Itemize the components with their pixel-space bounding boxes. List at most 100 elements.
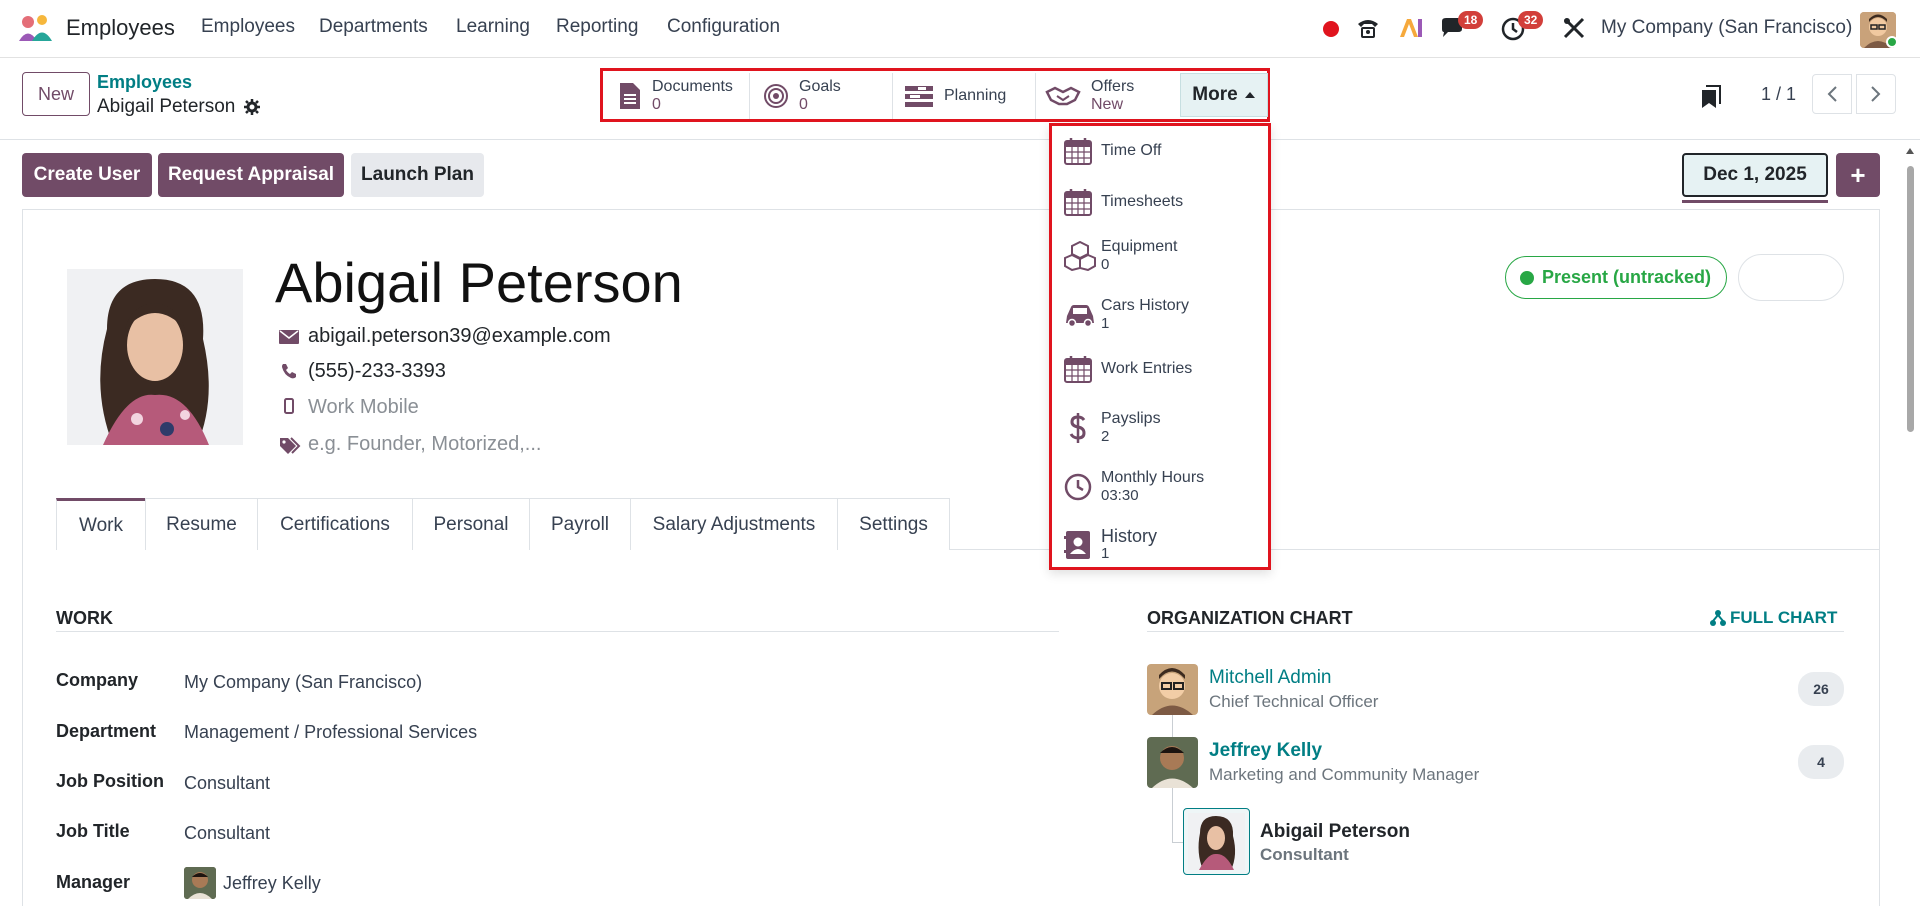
new-button[interactable]: New — [22, 72, 90, 116]
menu-learning[interactable]: Learning — [456, 16, 530, 38]
chevron-left-icon — [1827, 86, 1837, 102]
work-section-divider — [56, 631, 1059, 632]
tab-certifications[interactable]: Certifications — [257, 498, 413, 550]
menu-configuration[interactable]: Configuration — [667, 16, 780, 38]
org-avatar-jeffrey[interactable] — [1147, 737, 1198, 788]
app-title[interactable]: Employees — [66, 15, 175, 41]
offers-smart-button[interactable]: Offers New — [1037, 73, 1179, 119]
menu-item-label: Cars History — [1101, 297, 1190, 314]
bookmark-icon[interactable] — [1700, 84, 1722, 110]
clock-icon — [1064, 473, 1092, 501]
job-position-field[interactable]: Consultant — [184, 773, 270, 794]
tools-icon[interactable] — [1562, 16, 1586, 40]
org-avatar-mitchell[interactable] — [1147, 664, 1198, 715]
offers-label: Offers — [1091, 78, 1135, 95]
work-section-title: WORK — [56, 608, 113, 628]
job-title-field[interactable]: Consultant — [184, 823, 270, 844]
calendar-icon — [1064, 189, 1092, 216]
planning-icon — [905, 86, 933, 107]
menu-item-label: Timesheets — [1101, 193, 1184, 210]
menu-item-value: 1 — [1101, 545, 1110, 562]
tab-payroll[interactable]: Payroll — [529, 498, 631, 550]
add-button[interactable]: + — [1836, 153, 1880, 197]
org-node-role: Consultant — [1260, 845, 1349, 864]
menu-item-cars-history[interactable]: Cars History 1 — [1052, 290, 1268, 340]
company-switcher[interactable]: My Company (San Francisco) — [1601, 17, 1852, 39]
request-appraisal-button[interactable]: Request Appraisal — [158, 153, 344, 197]
org-chart-title: ORGANIZATION CHART — [1147, 608, 1353, 628]
company-field[interactable]: My Company (San Francisco) — [184, 672, 422, 693]
tab-work[interactable]: Work — [56, 498, 146, 550]
tags-input[interactable]: e.g. Founder, Motorized,... — [308, 433, 541, 456]
tab-settings[interactable]: Settings — [837, 498, 950, 550]
chat-badge: 18 — [1458, 11, 1484, 29]
breadcrumb-current: Abigail Peterson — [97, 96, 236, 117]
documents-value: 0 — [652, 96, 661, 113]
gear-icon[interactable] — [243, 98, 261, 116]
more-button[interactable]: More — [1180, 73, 1268, 117]
org-node-name[interactable]: Jeffrey Kelly — [1209, 740, 1322, 762]
employee-email[interactable]: abigail.peterson39@example.com — [308, 325, 611, 348]
date-underline — [1682, 200, 1828, 203]
org-node-count[interactable]: 26 — [1798, 672, 1844, 706]
employee-photo[interactable] — [67, 269, 243, 445]
manager-field[interactable]: Jeffrey Kelly — [223, 873, 321, 894]
planning-smart-button[interactable]: Planning — [894, 73, 1036, 119]
handshake-icon — [1045, 86, 1081, 106]
launch-plan-button[interactable]: Launch Plan — [351, 153, 484, 197]
app-logo-icon[interactable] — [18, 14, 54, 42]
breadcrumb-parent[interactable]: Employees — [97, 72, 192, 93]
org-node-count[interactable]: 4 — [1798, 745, 1844, 779]
menu-item-monthly-hours[interactable]: Monthly Hours 03:30 — [1052, 462, 1268, 512]
goals-label: Goals — [799, 78, 841, 95]
menu-item-label: Payslips — [1101, 410, 1161, 427]
chevron-right-icon — [1871, 86, 1881, 102]
scrollbar-thumb[interactable] — [1907, 166, 1914, 432]
menu-item-value: 0 — [1101, 256, 1110, 273]
more-label: More — [1192, 84, 1238, 105]
page-scrollbar[interactable] — [1904, 146, 1916, 906]
menu-employees[interactable]: Employees — [201, 16, 295, 38]
menu-item-payslips[interactable]: Payslips 2 — [1052, 403, 1268, 453]
menu-item-time-off[interactable]: Time Off — [1052, 126, 1268, 176]
employee-name[interactable]: Abigail Peterson — [275, 250, 683, 315]
phone-icon[interactable] — [1355, 15, 1381, 41]
presence-toggle[interactable] — [1738, 254, 1844, 301]
date-selector[interactable]: Dec 1, 2025 — [1682, 153, 1828, 197]
employee-phone[interactable]: (555)-233-3393 — [308, 360, 446, 383]
department-label: Department — [56, 721, 157, 741]
menu-reporting[interactable]: Reporting — [556, 16, 638, 38]
menu-departments[interactable]: Departments — [319, 16, 428, 38]
menu-item-label: Monthly Hours — [1101, 469, 1205, 486]
menu-item-history[interactable]: History 1 — [1052, 520, 1268, 570]
tab-resume[interactable]: Resume — [145, 498, 258, 550]
ai-icon[interactable] — [1398, 15, 1424, 41]
documents-smart-button[interactable]: Documents 0 — [608, 73, 750, 119]
presence-dot-icon — [1520, 270, 1534, 285]
work-mobile-input[interactable]: Work Mobile — [308, 396, 419, 419]
manager-avatar — [184, 867, 216, 899]
scroll-up-icon[interactable] — [1904, 146, 1916, 156]
tab-salary-adjustments[interactable]: Salary Adjustments — [630, 498, 838, 550]
pager-value[interactable]: 1 / 1 — [1761, 84, 1796, 105]
contact-book-icon — [1064, 531, 1090, 559]
presence-badge[interactable]: Present (untracked) — [1505, 256, 1727, 299]
menu-item-equipment[interactable]: Equipment 0 — [1052, 231, 1268, 281]
menu-item-timesheets[interactable]: Timesheets — [1052, 177, 1268, 227]
goals-smart-button[interactable]: Goals 0 — [751, 73, 893, 119]
org-node-name[interactable]: Mitchell Admin — [1209, 667, 1332, 689]
tab-personal[interactable]: Personal — [412, 498, 530, 550]
create-user-button[interactable]: Create User — [22, 153, 152, 197]
full-chart-link[interactable]: FULL CHART — [1710, 608, 1837, 628]
department-field[interactable]: Management / Professional Services — [184, 722, 477, 743]
company-label: Company — [56, 670, 139, 690]
menu-item-value: 03:30 — [1101, 487, 1139, 504]
goals-value: 0 — [799, 96, 808, 113]
manager-label: Manager — [56, 872, 131, 892]
pager-prev-button[interactable] — [1812, 74, 1852, 114]
mobile-icon — [284, 398, 294, 414]
calendar-icon — [1064, 356, 1092, 383]
menu-item-work-entries[interactable]: Work Entries — [1052, 344, 1268, 394]
record-indicator-icon[interactable] — [1323, 21, 1339, 37]
pager-next-button[interactable] — [1856, 74, 1896, 114]
